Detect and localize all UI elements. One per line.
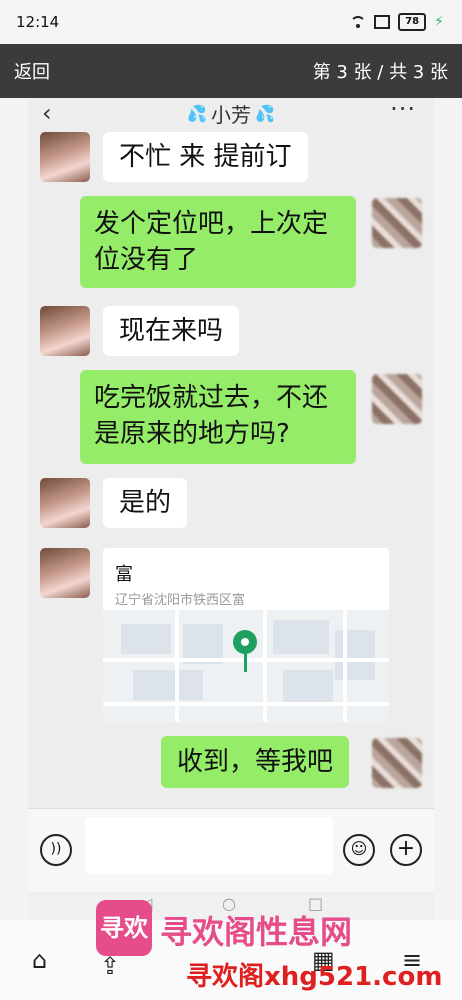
status-icons: 78 ⚡ bbox=[350, 13, 444, 31]
viewer-back-button[interactable]: 返回 bbox=[14, 58, 50, 84]
chat-title: 💦 小芳 💦 bbox=[187, 99, 275, 128]
charging-icon: ⚡ bbox=[434, 14, 444, 30]
message-bubble: 吃完饭就过去，不还是原来的地方吗? bbox=[80, 370, 356, 464]
viewer-header: 返回 第 3 张 / 共 3 张 bbox=[0, 44, 462, 98]
status-bar: 12:14 78 ⚡ bbox=[0, 0, 462, 44]
contact-avatar[interactable] bbox=[40, 132, 90, 182]
user-avatar[interactable] bbox=[372, 738, 422, 788]
user-avatar[interactable] bbox=[372, 374, 422, 424]
message-bubble: 发个定位吧，上次定位没有了 bbox=[80, 196, 356, 288]
contact-avatar[interactable] bbox=[40, 478, 90, 528]
page-indicator: 第 3 张 / 共 3 张 bbox=[312, 62, 448, 83]
message-bubble: 不忙 来 提前订 bbox=[103, 132, 308, 182]
location-name: 富 bbox=[115, 564, 133, 585]
location-map[interactable] bbox=[103, 610, 389, 722]
voice-input-icon[interactable]: )) bbox=[40, 834, 72, 866]
location-pin-icon bbox=[233, 630, 257, 654]
contact-name: 小芳 bbox=[211, 102, 251, 127]
share-icon[interactable]: ⇪ bbox=[100, 952, 120, 980]
watermark-url: 寻欢阁xhg521.com bbox=[186, 962, 443, 992]
chat-header: ‹ 💦 小芳 💦 ··· bbox=[28, 98, 434, 128]
message-bubble: 收到，等我吧 bbox=[161, 736, 350, 788]
message-bubble: 是的 bbox=[103, 478, 188, 528]
back-icon[interactable]: ‹ bbox=[42, 99, 52, 127]
screen-icon bbox=[374, 15, 391, 29]
location-card[interactable]: 富 辽宁省沈阳市铁西区富 bbox=[103, 548, 389, 722]
location-address: 辽宁省沈阳市铁西区富 bbox=[115, 593, 246, 608]
watermark-title: 寻欢阁性息网 bbox=[160, 913, 353, 951]
home-icon[interactable]: ⌂ bbox=[32, 946, 47, 974]
contact-avatar[interactable] bbox=[40, 548, 90, 598]
wifi-icon bbox=[350, 16, 367, 28]
message-input[interactable] bbox=[85, 817, 333, 874]
chat-screenshot: ‹ 💦 小芳 💦 ··· 不忙 来 提前订 发个定位吧，上次定位没有了 现在来吗… bbox=[28, 98, 434, 808]
battery-icon: 78 bbox=[398, 13, 427, 31]
contact-avatar[interactable] bbox=[40, 306, 90, 356]
watermark-logo: 寻欢 bbox=[96, 900, 152, 956]
more-options-icon[interactable]: ··· bbox=[390, 98, 416, 123]
location-pin-stem bbox=[244, 652, 247, 672]
emoji-icon[interactable]: ☺ bbox=[343, 834, 375, 866]
sweat-drops-icon: 💦 bbox=[255, 103, 275, 123]
chat-input-bar: )) ☺ + bbox=[28, 808, 434, 892]
status-time: 12:14 bbox=[16, 13, 60, 31]
sweat-drops-icon: 💦 bbox=[187, 103, 207, 123]
message-bubble: 现在来吗 bbox=[103, 306, 240, 356]
plus-icon[interactable]: + bbox=[390, 834, 422, 866]
user-avatar[interactable] bbox=[372, 198, 422, 248]
